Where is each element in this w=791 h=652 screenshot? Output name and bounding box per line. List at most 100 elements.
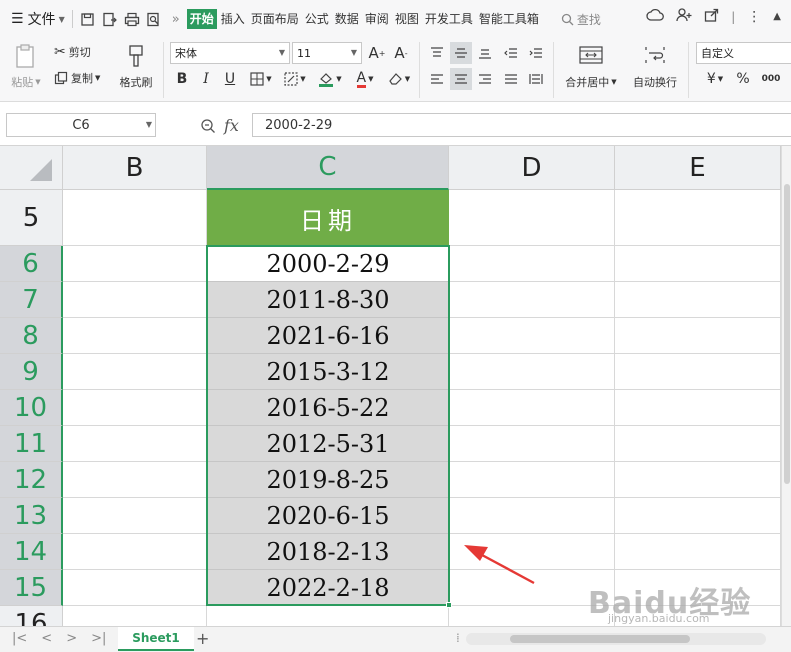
date-cell[interactable]: 2021-6-16 [207, 318, 449, 354]
cloud-sync-icon[interactable] [646, 8, 665, 25]
cell-b5[interactable] [63, 190, 207, 246]
cell-e6[interactable] [615, 246, 781, 282]
cell-d13[interactable] [449, 498, 615, 534]
cell-b9[interactable] [63, 354, 207, 390]
bold-icon[interactable]: B [172, 68, 192, 90]
collapse-ribbon-icon[interactable]: ▲ [773, 11, 781, 22]
row-header-6[interactable]: 6 [0, 246, 63, 282]
cell-d7[interactable] [449, 282, 615, 318]
cell-b7[interactable] [63, 282, 207, 318]
font-name-select[interactable]: 宋体 ▼ [170, 42, 290, 64]
cell-d10[interactable] [449, 390, 615, 426]
cell-d9[interactable] [449, 354, 615, 390]
cell-e12[interactable] [615, 462, 781, 498]
date-cell[interactable]: 2022-2-18 [207, 570, 449, 606]
tab-view[interactable]: 视图 [393, 9, 421, 29]
zoom-icon[interactable] [200, 118, 216, 134]
column-header-e[interactable]: E [615, 146, 781, 190]
tab-smart-toolbox[interactable]: 智能工具箱 [477, 9, 541, 29]
insert-function-icon[interactable]: fx [224, 116, 239, 135]
cell-e11[interactable] [615, 426, 781, 462]
percent-format-button[interactable]: % [734, 68, 752, 90]
formula-input[interactable]: 2000-2-29 [252, 113, 791, 137]
currency-format-button[interactable]: ¥ ▼ [700, 68, 730, 90]
row-header-11[interactable]: 11 [0, 426, 63, 462]
row-header-13[interactable]: 13 [0, 498, 63, 534]
print-icon[interactable] [121, 8, 143, 30]
tab-split-handle[interactable]: ⁞ [456, 631, 460, 645]
font-size-select[interactable]: 11 ▼ [292, 42, 362, 64]
thousands-separator-icon[interactable]: 000 [756, 68, 786, 90]
date-cell[interactable]: 2018-2-13 [207, 534, 449, 570]
row-header-14[interactable]: 14 [0, 534, 63, 570]
copy-button[interactable]: 复制 ▼ [54, 68, 100, 88]
paste-button[interactable]: 粘贴 ▼ [6, 72, 46, 92]
more-icon[interactable]: » [165, 8, 187, 30]
column-header-b[interactable]: B [63, 146, 207, 190]
align-left-icon[interactable] [426, 68, 448, 90]
fill-handle[interactable] [446, 602, 452, 608]
fill-color-button[interactable]: ▼ [314, 68, 346, 90]
font-color-button[interactable]: A ▼ [350, 68, 380, 90]
cell-b11[interactable] [63, 426, 207, 462]
row-header-15[interactable]: 15 [0, 570, 63, 606]
row-header-8[interactable]: 8 [0, 318, 63, 354]
cell-c16[interactable] [207, 606, 449, 626]
italic-icon[interactable]: I [196, 68, 216, 90]
cell-style-button[interactable]: ▼ [280, 68, 310, 90]
cell-b15[interactable] [63, 570, 207, 606]
merge-center-button[interactable]: 合并居中 ▼ [560, 72, 622, 92]
cell-d5[interactable] [449, 190, 615, 246]
cell-d8[interactable] [449, 318, 615, 354]
cell-d12[interactable] [449, 462, 615, 498]
save-icon[interactable] [77, 8, 99, 30]
share-icon[interactable] [704, 8, 719, 25]
align-bottom-icon[interactable] [474, 42, 496, 64]
prev-sheet-icon[interactable]: < [41, 631, 52, 646]
last-sheet-icon[interactable]: >| [91, 631, 106, 646]
cell-b16[interactable] [63, 606, 207, 626]
column-header-c[interactable]: C [207, 146, 449, 190]
tab-developer[interactable]: 开发工具 [423, 9, 475, 29]
increase-font-size-icon[interactable]: A + [367, 42, 387, 64]
tab-data[interactable]: 数据 [333, 9, 361, 29]
cell-e5[interactable] [615, 190, 781, 246]
cell-e8[interactable] [615, 318, 781, 354]
cell-d11[interactable] [449, 426, 615, 462]
cell-d6[interactable] [449, 246, 615, 282]
align-top-icon[interactable] [426, 42, 448, 64]
select-all-button[interactable] [0, 146, 63, 190]
sheet-tab[interactable]: Sheet1 [118, 627, 194, 651]
tab-review[interactable]: 审阅 [363, 9, 391, 29]
row-header-16[interactable]: 16 [0, 606, 63, 626]
add-sheet-icon[interactable]: + [196, 629, 209, 648]
cut-button[interactable]: ✂ 剪切 [54, 42, 91, 62]
row-header-7[interactable]: 7 [0, 282, 63, 318]
cell-b8[interactable] [63, 318, 207, 354]
tab-formulas[interactable]: 公式 [303, 9, 331, 29]
cell-e14[interactable] [615, 534, 781, 570]
justify-icon[interactable] [500, 68, 522, 90]
date-cell[interactable]: 2020-6-15 [207, 498, 449, 534]
date-cell[interactable]: 2000-2-29 [207, 246, 449, 282]
decrease-indent-icon[interactable] [500, 42, 522, 64]
date-cell[interactable]: 2015-3-12 [207, 354, 449, 390]
merge-center-icon[interactable] [574, 42, 608, 68]
main-menu-button[interactable]: ☰ 文件 ▼ [8, 8, 68, 30]
cell-e13[interactable] [615, 498, 781, 534]
tab-insert[interactable]: 插入 [219, 9, 247, 29]
date-cell[interactable]: 2019-8-25 [207, 462, 449, 498]
row-header-10[interactable]: 10 [0, 390, 63, 426]
horizontal-scroll-thumb[interactable] [510, 635, 690, 643]
underline-icon[interactable]: U [220, 68, 240, 90]
cell-b14[interactable] [63, 534, 207, 570]
wrap-text-button[interactable]: 自动换行 [626, 72, 684, 92]
border-button[interactable]: ▼ [246, 68, 276, 90]
format-painter-button[interactable]: 格式刷 [114, 72, 158, 92]
more-options-icon[interactable]: ⋮ [747, 9, 761, 25]
column-header-d[interactable]: D [449, 146, 615, 190]
date-cell[interactable]: 2016-5-22 [207, 390, 449, 426]
clear-button[interactable]: ▼ [384, 68, 414, 90]
next-sheet-icon[interactable]: > [66, 631, 77, 646]
name-box[interactable]: C6 ▼ [6, 113, 156, 137]
